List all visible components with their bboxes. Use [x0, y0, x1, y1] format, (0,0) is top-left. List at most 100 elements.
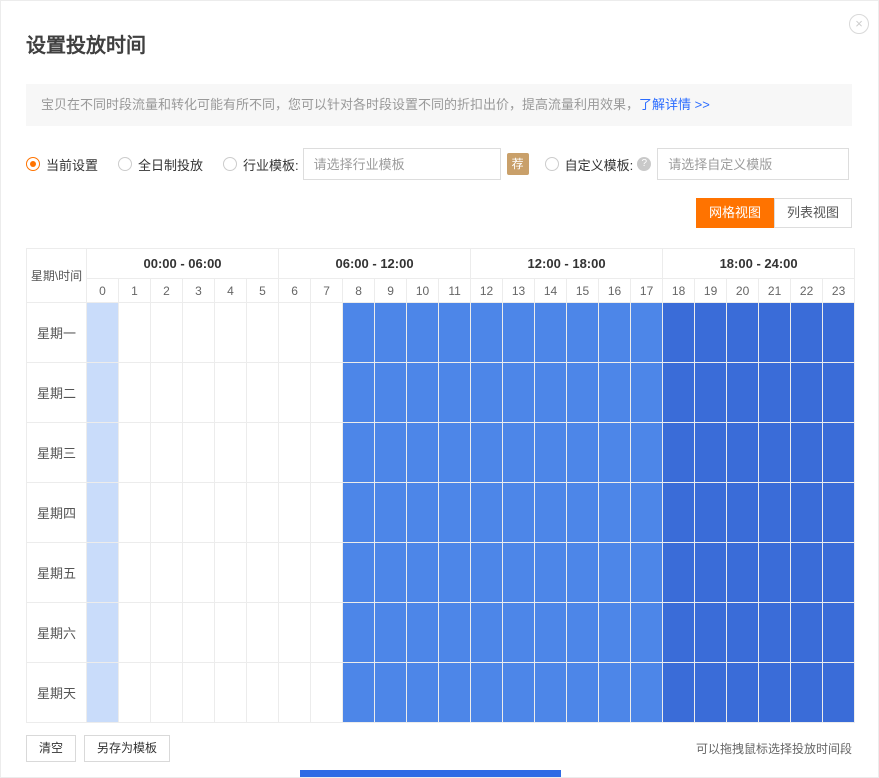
schedule-cell[interactable]	[759, 603, 791, 663]
industry-template-input[interactable]	[303, 148, 501, 180]
schedule-cell[interactable]	[759, 303, 791, 363]
schedule-cell[interactable]	[695, 303, 727, 363]
schedule-cell[interactable]	[695, 423, 727, 483]
schedule-cell[interactable]	[279, 363, 311, 423]
schedule-cell[interactable]	[503, 663, 535, 723]
schedule-cell[interactable]	[183, 603, 215, 663]
schedule-cell[interactable]	[791, 603, 823, 663]
schedule-cell[interactable]	[87, 363, 119, 423]
schedule-cell[interactable]	[151, 303, 183, 363]
schedule-cell[interactable]	[215, 543, 247, 603]
schedule-cell[interactable]	[503, 423, 535, 483]
schedule-cell[interactable]	[215, 483, 247, 543]
schedule-cell[interactable]	[311, 663, 343, 723]
schedule-cell[interactable]	[471, 423, 503, 483]
schedule-cell[interactable]	[343, 543, 375, 603]
schedule-cell[interactable]	[151, 363, 183, 423]
close-icon[interactable]: ×	[849, 14, 869, 34]
schedule-cell[interactable]	[343, 603, 375, 663]
schedule-cell[interactable]	[535, 483, 567, 543]
schedule-cell[interactable]	[183, 663, 215, 723]
schedule-cell[interactable]	[823, 603, 855, 663]
schedule-cell[interactable]	[567, 543, 599, 603]
schedule-cell[interactable]	[151, 423, 183, 483]
schedule-cell[interactable]	[823, 303, 855, 363]
save-as-template-button[interactable]: 另存为模板	[84, 735, 170, 762]
schedule-cell[interactable]	[791, 543, 823, 603]
schedule-cell[interactable]	[375, 663, 407, 723]
schedule-cell[interactable]	[535, 423, 567, 483]
schedule-cell[interactable]	[439, 363, 471, 423]
schedule-cell[interactable]	[439, 303, 471, 363]
schedule-cell[interactable]	[663, 663, 695, 723]
schedule-cell[interactable]	[631, 303, 663, 363]
schedule-cell[interactable]	[439, 603, 471, 663]
schedule-cell[interactable]	[599, 363, 631, 423]
schedule-cell[interactable]	[87, 603, 119, 663]
schedule-cell[interactable]	[631, 423, 663, 483]
schedule-cell[interactable]	[695, 663, 727, 723]
schedule-cell[interactable]	[471, 303, 503, 363]
schedule-cell[interactable]	[759, 483, 791, 543]
schedule-cell[interactable]	[439, 663, 471, 723]
schedule-cell[interactable]	[183, 483, 215, 543]
schedule-cell[interactable]	[823, 663, 855, 723]
schedule-cell[interactable]	[215, 663, 247, 723]
schedule-cell[interactable]	[503, 603, 535, 663]
schedule-cell[interactable]	[791, 663, 823, 723]
schedule-cell[interactable]	[119, 303, 151, 363]
schedule-cell[interactable]	[247, 603, 279, 663]
schedule-cell[interactable]	[727, 423, 759, 483]
schedule-cell[interactable]	[759, 543, 791, 603]
schedule-cell[interactable]	[823, 483, 855, 543]
schedule-cell[interactable]	[119, 363, 151, 423]
schedule-cell[interactable]	[311, 423, 343, 483]
schedule-cell[interactable]	[791, 303, 823, 363]
schedule-cell[interactable]	[695, 603, 727, 663]
schedule-cell[interactable]	[535, 663, 567, 723]
radio-industry-template[interactable]: 行业模板:	[223, 155, 299, 174]
schedule-cell[interactable]	[407, 303, 439, 363]
radio-fullday[interactable]: 全日制投放	[118, 155, 203, 174]
schedule-cell[interactable]	[631, 603, 663, 663]
schedule-cell[interactable]	[503, 543, 535, 603]
list-view-button[interactable]: 列表视图	[774, 198, 852, 228]
schedule-cell[interactable]	[87, 663, 119, 723]
schedule-cell[interactable]	[375, 483, 407, 543]
schedule-cell[interactable]	[407, 423, 439, 483]
schedule-cell[interactable]	[631, 363, 663, 423]
schedule-cell[interactable]	[311, 483, 343, 543]
schedule-cell[interactable]	[599, 483, 631, 543]
schedule-cell[interactable]	[759, 663, 791, 723]
schedule-cell[interactable]	[87, 483, 119, 543]
schedule-cell[interactable]	[247, 663, 279, 723]
schedule-cell[interactable]	[119, 483, 151, 543]
schedule-cell[interactable]	[439, 543, 471, 603]
schedule-cell[interactable]	[119, 543, 151, 603]
schedule-cell[interactable]	[535, 363, 567, 423]
schedule-cell[interactable]	[727, 483, 759, 543]
grid-view-button[interactable]: 网格视图	[696, 198, 774, 228]
schedule-cell[interactable]	[759, 423, 791, 483]
schedule-cell[interactable]	[375, 603, 407, 663]
schedule-cell[interactable]	[247, 543, 279, 603]
schedule-cell[interactable]	[439, 423, 471, 483]
schedule-cell[interactable]	[311, 603, 343, 663]
schedule-cell[interactable]	[407, 663, 439, 723]
schedule-cell[interactable]	[567, 423, 599, 483]
schedule-cell[interactable]	[727, 543, 759, 603]
schedule-cell[interactable]	[599, 543, 631, 603]
schedule-cell[interactable]	[599, 423, 631, 483]
schedule-cell[interactable]	[183, 363, 215, 423]
schedule-cell[interactable]	[663, 543, 695, 603]
schedule-cell[interactable]	[471, 603, 503, 663]
schedule-cell[interactable]	[247, 423, 279, 483]
schedule-cell[interactable]	[823, 543, 855, 603]
schedule-cell[interactable]	[759, 363, 791, 423]
schedule-cell[interactable]	[535, 303, 567, 363]
schedule-cell[interactable]	[471, 543, 503, 603]
schedule-cell[interactable]	[311, 363, 343, 423]
schedule-cell[interactable]	[279, 663, 311, 723]
schedule-cell[interactable]	[567, 303, 599, 363]
schedule-cell[interactable]	[151, 543, 183, 603]
